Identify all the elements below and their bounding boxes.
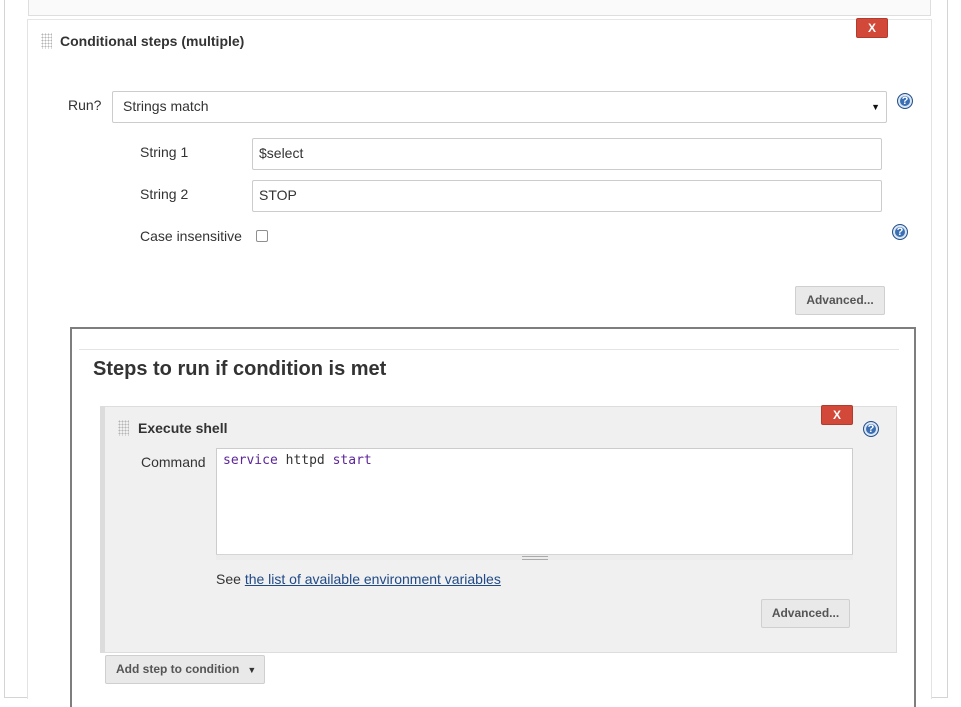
- previous-builder-edge: [28, 0, 931, 16]
- add-step-label: Add step to condition: [116, 662, 240, 676]
- dropdown-caret-icon: ▼: [247, 665, 257, 675]
- help-icon[interactable]: ?: [863, 421, 879, 437]
- shell-advanced-button[interactable]: Advanced...: [761, 599, 850, 628]
- case-insensitive-checkbox[interactable]: [256, 230, 268, 242]
- steps-section-title: Steps to run if condition is met: [93, 358, 387, 380]
- env-help-prefix: See: [216, 571, 241, 587]
- execute-shell-title: Execute shell: [138, 420, 228, 436]
- divider: [79, 349, 899, 350]
- run-condition-select[interactable]: Strings match ▼: [112, 91, 887, 123]
- add-step-to-condition-button[interactable]: Add step to condition ▼: [105, 655, 265, 684]
- env-variables-link[interactable]: the list of available environment variab…: [245, 571, 501, 587]
- advanced-button[interactable]: Advanced...: [795, 286, 885, 315]
- help-icon[interactable]: ?: [897, 93, 913, 109]
- help-icon[interactable]: ?: [892, 224, 908, 240]
- env-help-text: See the list of available environment va…: [216, 571, 501, 587]
- dropdown-caret-icon: ▼: [871, 102, 880, 112]
- command-textarea[interactable]: service httpd start: [216, 448, 853, 555]
- string1-label: String 1: [140, 144, 189, 160]
- command-label: Command: [141, 454, 206, 470]
- textarea-resize-icon[interactable]: [216, 554, 853, 560]
- string1-input[interactable]: $select: [252, 138, 882, 170]
- command-token: start: [332, 453, 372, 468]
- drag-handle-icon[interactable]: [118, 420, 129, 436]
- drag-handle-icon[interactable]: [41, 33, 52, 49]
- string2-input[interactable]: STOP: [252, 180, 882, 212]
- command-token: service: [223, 453, 278, 468]
- run-condition-value: Strings match: [123, 98, 209, 114]
- run-label: Run?: [68, 97, 102, 113]
- case-insensitive-label: Case insensitive: [140, 228, 242, 244]
- command-token: httpd: [285, 453, 325, 468]
- delete-conditional-button[interactable]: X: [856, 18, 888, 38]
- conditional-step-title: Conditional steps (multiple): [60, 33, 245, 49]
- string2-label: String 2: [140, 186, 189, 202]
- delete-shell-step-button[interactable]: X: [821, 405, 853, 425]
